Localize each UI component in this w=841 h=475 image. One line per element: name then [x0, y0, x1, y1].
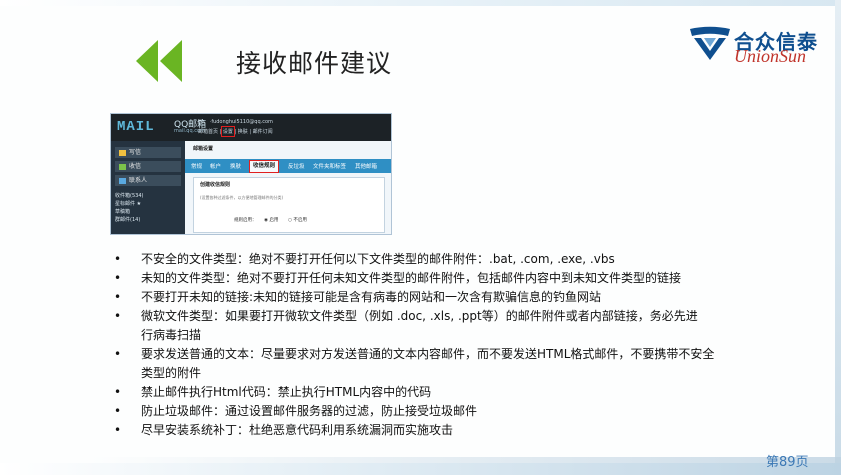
- settings-highlight-box: [221, 126, 235, 137]
- advice-item: • 防止垃圾邮件：通过设置邮件服务器的过滤，防止接受垃圾邮件: [114, 402, 754, 421]
- inbox-label: 收信: [129, 163, 142, 170]
- tab-receive-rules: 收信规则: [249, 160, 280, 173]
- sidebar-item-group: 群邮件(14): [115, 217, 141, 223]
- sidebar-item-starred: 星标邮件 ★: [115, 201, 142, 207]
- advice-text-cont: 类型的附件: [141, 366, 202, 380]
- advice-list: • 不安全的文件类型：绝对不要打开任何以下文件类型的邮件附件：.bat, .com…: [114, 250, 754, 440]
- tab-account: 帐户: [210, 164, 222, 170]
- mail-sidebar: 写信 收信 联系人 收件箱(534) 星标邮件 ★ 草稿箱 群邮件(14): [111, 141, 185, 234]
- advice-text: 不安全的文件类型：绝对不要打开任何以下文件类型的邮件附件：.bat, .com,…: [141, 252, 615, 266]
- bullet: •: [114, 290, 122, 304]
- advice-text: 尽早安装系统补丁：杜绝恶意代码利用系统漏洞而实施攻击: [141, 423, 454, 437]
- slide: 接收邮件建议 合众信泰 UnionSun MAIL QQ邮箱 mail.qq.c…: [0, 0, 841, 475]
- settings-panel-title: 邮箱设置: [193, 146, 214, 152]
- advice-item: • 不要打开未知的链接:未知的链接可能是含有病毒的网站和一次含有欺骗信息的钓鱼网站: [114, 288, 754, 307]
- page-number: 第89页: [766, 455, 809, 470]
- contacts-label: 联系人: [129, 177, 148, 184]
- compose-label: 写信: [129, 149, 142, 156]
- slide-title: 接收邮件建议: [236, 49, 393, 78]
- rule-enable-label: 规则启用：: [234, 218, 257, 223]
- tab-other-mail: 其他邮箱: [355, 164, 378, 170]
- settings-tabs: 常规 帐户 换肤 收信规则 反垃圾 文件夹和标签 其他邮箱: [185, 159, 391, 173]
- advice-text: 不要打开未知的链接:未知的链接可能是含有病毒的网站和一次含有欺骗信息的钓鱼网站: [141, 290, 602, 304]
- tab-anti-spam: 反垃圾: [288, 164, 305, 170]
- rule-enable-off: ○ 不启用: [288, 218, 307, 223]
- mail-header: MAIL QQ邮箱 mail.qq.com Hi， ·fudonghui5110…: [111, 114, 391, 141]
- tab-skin: 换肤: [230, 164, 242, 170]
- bullet: •: [114, 385, 122, 399]
- pencil-icon: [119, 149, 126, 156]
- advice-text: 防止垃圾邮件：通过设置邮件服务器的过滤，防止接受垃圾邮件: [141, 404, 478, 418]
- shield-v-logo-icon: [690, 26, 730, 60]
- create-rule-title: 创建收信规则: [200, 182, 231, 188]
- inbox-button: 收信: [115, 161, 181, 172]
- sidebar-item-inbox: 收件箱(534): [115, 193, 144, 199]
- inbox-icon: [119, 163, 126, 170]
- compose-button: 写信: [115, 147, 181, 158]
- bullet: •: [114, 252, 122, 266]
- top-band: [0, 0, 841, 6]
- mail-links-line: 邮箱首页 | 设置 | 换肤 | 邮件订阅: [198, 129, 273, 135]
- advice-item: • 要求发送普通的文本：尽量要求对方发送普通的文本内容邮件，而不要发送HTML格式…: [114, 345, 754, 383]
- mail-user-line: Hi， ·fudonghui5110@qq.com: [198, 119, 273, 125]
- bottom-band: [0, 463, 841, 475]
- advice-item: • 微软文件类型：如果要打开微软文件类型（例如 .doc, .xls, .ppt等…: [114, 307, 754, 345]
- tab-folders: 文件夹和标签: [313, 164, 347, 170]
- bullet: •: [114, 347, 122, 361]
- bullet: •: [114, 309, 122, 323]
- logo-name-en: UnionSun: [734, 46, 806, 66]
- qq-mail-settings-screenshot: MAIL QQ邮箱 mail.qq.com Hi， ·fudonghui5110…: [110, 113, 392, 235]
- contacts-icon: [119, 177, 126, 184]
- advice-text: 微软文件类型：如果要打开微软文件类型（例如 .doc, .xls, .ppt等）…: [141, 309, 698, 323]
- advice-item: • 未知的文件类型：绝对不要打开任何未知文件类型的邮件附件，包括邮件内容中到未知文…: [114, 269, 754, 288]
- rule-enable-on: ◉ 启用: [264, 218, 279, 223]
- bullet: •: [114, 271, 122, 285]
- create-rule-desc: (设置各种过滤条件，以方便地管理邮件的分类): [200, 195, 284, 200]
- advice-text: 未知的文件类型：绝对不要打开任何未知文件类型的邮件附件，包括邮件内容中到未知文件…: [141, 271, 682, 285]
- contacts-button: 联系人: [115, 175, 181, 186]
- settings-panel: 邮箱设置 常规 帐户 换肤 收信规则 反垃圾 文件夹和标签 其他邮箱 创建收信规…: [185, 141, 391, 234]
- sidebar-item-drafts: 草稿箱: [115, 209, 131, 215]
- bullet: •: [114, 404, 122, 418]
- double-chevron-left-icon[interactable]: [134, 40, 186, 82]
- advice-item: • 尽早安装系统补丁：杜绝恶意代码利用系统漏洞而实施攻击: [114, 421, 754, 440]
- mail-brand: MAIL: [117, 119, 155, 135]
- advice-text: 要求发送普通的文本：尽量要求对方发送普通的文本内容邮件，而不要发送HTML格式邮…: [141, 347, 715, 361]
- tab-general: 常规: [191, 164, 203, 170]
- advice-item: • 不安全的文件类型：绝对不要打开任何以下文件类型的邮件附件：.bat, .com…: [114, 250, 754, 269]
- bullet: •: [114, 423, 122, 437]
- advice-text-cont: 行病毒扫描: [141, 328, 202, 342]
- advice-text: 禁止邮件执行Html代码：禁止执行HTML内容中的代码: [141, 385, 432, 399]
- advice-item: • 禁止邮件执行Html代码：禁止执行HTML内容中的代码: [114, 383, 754, 402]
- create-rule-box: 创建收信规则 (设置各种过滤条件，以方便地管理邮件的分类) 规则启用： ◉ 启用…: [193, 177, 385, 233]
- right-edge: [835, 0, 841, 475]
